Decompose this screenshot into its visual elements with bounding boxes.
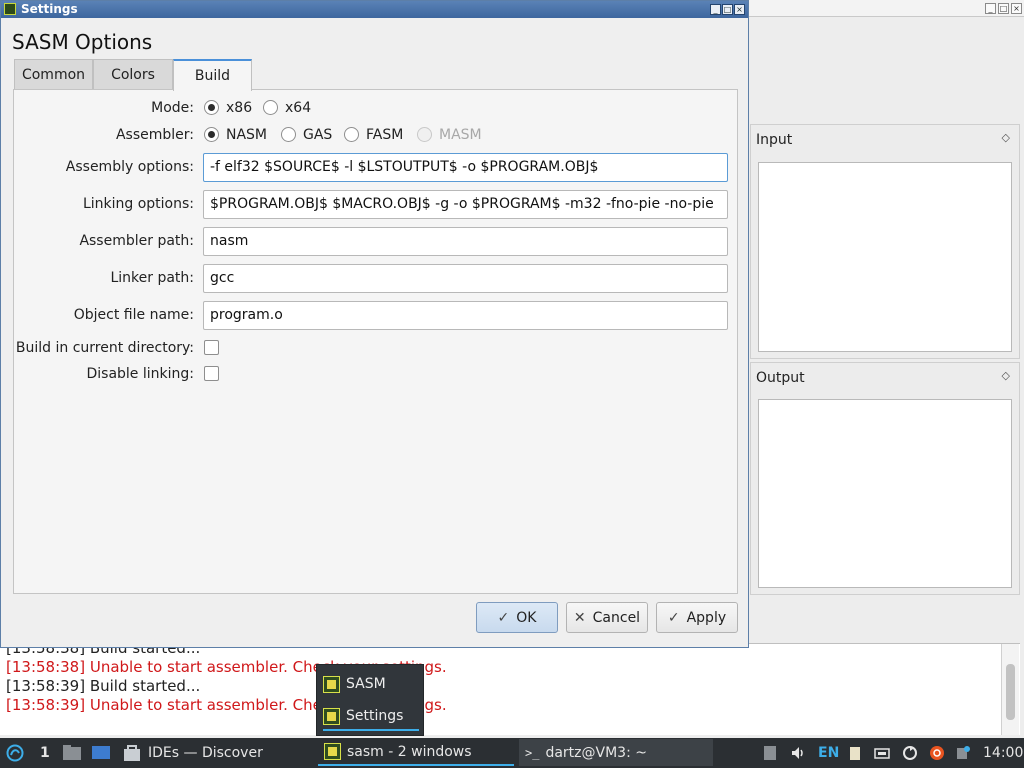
assembler-label: Assembler: xyxy=(115,127,194,143)
apply-button-label: Apply xyxy=(686,609,727,626)
maximize-icon[interactable]: □ xyxy=(722,4,733,15)
popup-item-label: SASM xyxy=(346,676,386,692)
discover-label: IDEs — Discover xyxy=(148,745,263,761)
notifications-icon[interactable] xyxy=(955,745,971,761)
file-manager-launcher[interactable] xyxy=(62,738,82,768)
mode-label: Mode: xyxy=(151,100,194,116)
build-in-current-dir-checkbox[interactable] xyxy=(204,340,219,355)
assembler-path-input[interactable]: nasm xyxy=(203,227,728,256)
output-dock: Output ◇ xyxy=(750,362,1020,595)
disable-linking-checkbox[interactable] xyxy=(204,366,219,381)
maximize-icon[interactable]: □ xyxy=(998,3,1009,14)
assembler-nasm-label[interactable]: NASM xyxy=(226,127,267,143)
sasm-app-icon xyxy=(323,707,340,725)
mode-x86-radio[interactable] xyxy=(204,100,219,115)
disable-linking-label: Disable linking: xyxy=(86,366,194,382)
main-window-titlebar: _ □ × xyxy=(748,0,1024,17)
network-icon[interactable] xyxy=(874,745,890,761)
sasm-app-icon xyxy=(324,743,341,760)
log-line: [13:58:39] Build started... xyxy=(6,677,201,695)
checkmark-icon: ✓ xyxy=(667,609,680,626)
mode-x64-label[interactable]: x64 xyxy=(285,100,311,116)
build-in-current-dir-label: Build in current directory: xyxy=(15,340,194,356)
checkmark-icon: ✓ xyxy=(497,609,510,626)
popup-item-label: Settings xyxy=(346,708,404,724)
mode-x86-label[interactable]: x86 xyxy=(226,100,252,116)
taskbar: 1 IDEs — Discover sasm - 2 windows >_ da… xyxy=(0,738,1024,768)
keyboard-layout-indicator[interactable]: EN xyxy=(818,738,839,768)
tab-common[interactable]: Common xyxy=(14,59,93,90)
assembler-path-label: Assembler path: xyxy=(79,233,194,249)
input-dock: Input ◇ xyxy=(750,124,1020,359)
shopping-bag-icon xyxy=(124,745,140,761)
object-file-name-label: Object file name: xyxy=(73,307,194,323)
popup-item-settings[interactable]: Settings xyxy=(323,703,419,731)
dock-float-icon[interactable]: ◇ xyxy=(1002,369,1010,382)
discover-launcher[interactable]: IDEs — Discover xyxy=(122,738,263,768)
ok-button[interactable]: ✓ OK xyxy=(476,602,558,633)
log-scrollbar[interactable] xyxy=(1001,644,1019,735)
input-textarea[interactable] xyxy=(758,162,1012,352)
assembler-gas-radio[interactable] xyxy=(281,127,296,142)
input-dock-title: Input xyxy=(756,132,793,148)
terminal-icon: >_ xyxy=(525,745,540,760)
desktop-icon xyxy=(92,746,110,759)
taskbar-window-sasm[interactable]: sasm - 2 windows xyxy=(318,739,514,766)
assembler-masm-label: MASM xyxy=(439,127,482,143)
dialog-title: Settings xyxy=(21,2,78,16)
build-log[interactable]: [13:58:38] Build started... [13:58:38] U… xyxy=(0,643,1020,735)
workspace-switcher[interactable]: 1 xyxy=(40,738,50,768)
storage-icon[interactable] xyxy=(762,745,778,761)
assembler-masm-radio xyxy=(417,127,432,142)
close-icon[interactable]: × xyxy=(734,4,745,15)
taskbar-window-label: dartz@VM3: ~ xyxy=(545,744,647,761)
sasm-app-icon xyxy=(4,3,16,15)
assembler-fasm-radio[interactable] xyxy=(344,127,359,142)
assembly-options-input[interactable]: -f elf32 $SOURCE$ -l $LSTOUTPUT$ -o $PRO… xyxy=(203,153,728,182)
linker-path-label: Linker path: xyxy=(110,270,194,286)
folder-icon xyxy=(63,745,81,760)
sync-icon[interactable] xyxy=(902,745,918,761)
sasm-main-window: _ □ × Input ◇ Output ◇ xyxy=(748,0,1024,738)
mode-x64-radio[interactable] xyxy=(263,100,278,115)
ok-button-label: OK xyxy=(516,609,537,626)
sasm-app-icon xyxy=(323,675,340,693)
dock-float-icon[interactable]: ◇ xyxy=(1002,131,1010,144)
update-notifier-icon[interactable] xyxy=(929,745,945,761)
settings-dialog: Settings _ □ × SASM Options Common Color… xyxy=(0,0,749,648)
linking-options-input[interactable]: $PROGRAM.OBJ$ $MACRO.OBJ$ -g -o $PROGRAM… xyxy=(203,190,728,219)
options-heading: SASM Options xyxy=(12,30,153,54)
assembly-options-label: Assembly options: xyxy=(65,159,194,175)
cancel-button[interactable]: ✕ Cancel xyxy=(566,602,648,633)
output-textarea[interactable] xyxy=(758,399,1012,588)
minimize-icon[interactable]: _ xyxy=(710,4,721,15)
apply-button[interactable]: ✓ Apply xyxy=(656,602,738,633)
assembler-gas-label[interactable]: GAS xyxy=(303,127,332,143)
close-icon: ✕ xyxy=(573,609,586,626)
desktop-launcher[interactable] xyxy=(91,738,111,768)
close-icon[interactable]: × xyxy=(1011,3,1022,14)
output-dock-title: Output xyxy=(756,370,805,386)
assembler-fasm-label[interactable]: FASM xyxy=(366,127,403,143)
popup-item-sasm[interactable]: SASM xyxy=(323,670,419,698)
window-list-popup: SASM Settings xyxy=(316,664,424,736)
log-scrollbar-thumb[interactable] xyxy=(1006,664,1015,720)
launcher-icon xyxy=(6,744,24,762)
clock[interactable]: 14:00 xyxy=(983,738,1023,768)
taskbar-window-label: sasm - 2 windows xyxy=(347,743,472,760)
volume-icon[interactable] xyxy=(790,745,806,761)
minimize-icon[interactable]: _ xyxy=(985,3,996,14)
tab-colors[interactable]: Colors xyxy=(93,59,173,90)
object-file-name-input[interactable]: program.o xyxy=(203,301,728,330)
linking-options-label: Linking options: xyxy=(82,196,194,212)
linker-path-input[interactable]: gcc xyxy=(203,264,728,293)
clipboard-icon[interactable] xyxy=(847,745,863,761)
taskbar-window-terminal[interactable]: >_ dartz@VM3: ~ xyxy=(519,739,713,766)
dialog-titlebar[interactable]: Settings _ □ × xyxy=(1,1,748,18)
app-launcher-button[interactable] xyxy=(6,738,24,768)
cancel-button-label: Cancel xyxy=(592,609,641,626)
tab-build[interactable]: Build xyxy=(173,59,252,91)
assembler-nasm-radio[interactable] xyxy=(204,127,219,142)
